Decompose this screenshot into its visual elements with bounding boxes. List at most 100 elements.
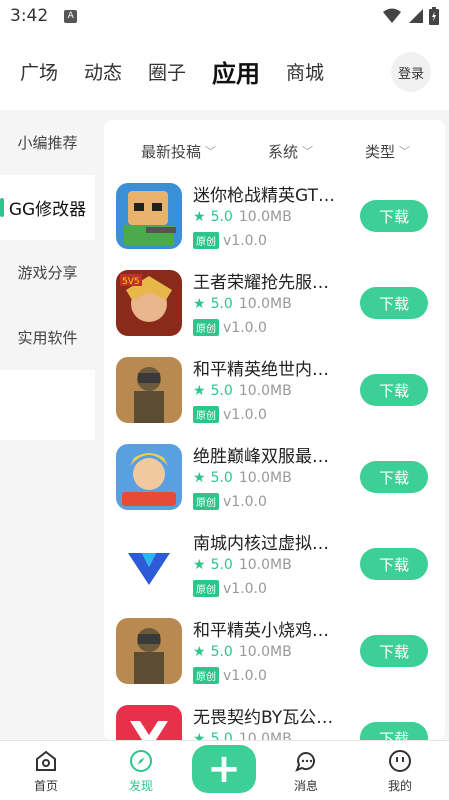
app-name: 和平精英绝世内… <box>193 360 329 380</box>
sidebar-item-game-share[interactable]: 游戏分享 <box>0 240 95 305</box>
app-rating: 5.0 <box>210 296 233 312</box>
bottom-nav-label: 消息 <box>293 779 318 793</box>
signal-icon <box>409 9 423 23</box>
app-meta: ★ 5.0 10.0MB <box>193 470 292 486</box>
status-time: 3:42 <box>10 6 49 26</box>
filter-type[interactable]: 类型 ﹀ <box>365 141 410 162</box>
download-button[interactable]: 下载 <box>360 287 428 319</box>
home-icon <box>36 750 56 771</box>
category-sidebar: 小编推荐 GG修改器 游戏分享 实用软件 <box>0 110 95 442</box>
active-indicator <box>0 198 4 217</box>
app-meta-version: 原创 v1.0.0 <box>193 319 267 336</box>
app-meta-version: 原创 v1.0.0 <box>193 667 267 684</box>
bottom-nav-label: 首页 <box>33 779 58 793</box>
download-button[interactable]: 下载 <box>360 461 428 493</box>
app-icon <box>116 444 182 510</box>
chevron-down-icon: ﹀ <box>302 145 314 158</box>
chat-icon <box>295 752 315 772</box>
face-icon <box>389 750 411 772</box>
list-item[interactable]: 绝胜巅峰双服最… ★ 5.0 10.0MB 原创 v1.0.0 下载 <box>104 437 445 524</box>
app-rating: 5.0 <box>210 557 233 573</box>
plus-icon: + <box>207 746 241 792</box>
status-bar: 3:42 A <box>0 0 449 32</box>
list-item[interactable]: 5V5 王者荣耀抢先服… ★ 5.0 10.0MB 原创 v1.0.0 下载 <box>104 263 445 350</box>
app-meta: ★ 5.0 10.0MB <box>193 644 292 660</box>
bottom-nav-messages[interactable]: 消息 <box>276 741 336 800</box>
notification-icon: A <box>64 9 78 23</box>
app-version: v1.0.0 <box>223 667 267 684</box>
list-item[interactable]: 和平精英绝世内… ★ 5.0 10.0MB 原创 v1.0.0 下载 <box>104 350 445 437</box>
tab-dynamic[interactable]: 动态 <box>84 58 122 85</box>
tab-square[interactable]: 广场 <box>20 58 58 85</box>
app-name: 无畏契约BY瓦公… <box>193 708 334 728</box>
list-item[interactable]: 和平精英小烧鸡… ★ 5.0 10.0MB 原创 v1.0.0 下载 <box>104 611 445 698</box>
sidebar-item-label: 游戏分享 <box>17 264 78 282</box>
app-version: v1.0.0 <box>223 319 267 336</box>
bottom-nav-mine[interactable]: 我的 <box>370 741 430 800</box>
app-meta-version: 原创 v1.0.0 <box>193 580 267 597</box>
wifi-icon <box>383 8 401 23</box>
download-button[interactable]: 下载 <box>360 722 428 740</box>
app-size: 10.0MB <box>238 731 292 740</box>
bottom-nav-home[interactable]: 首页 <box>16 741 76 800</box>
app-size: 10.0MB <box>238 296 292 312</box>
sidebar-blank <box>0 370 95 440</box>
bottom-nav-discover[interactable]: 发现 <box>111 741 171 800</box>
app-meta-version: 原创 v1.0.0 <box>193 493 267 510</box>
app-meta-version: 原创 v1.0.0 <box>193 406 267 423</box>
app-icon <box>116 357 182 423</box>
app-name: 绝胜巅峰双服最… <box>193 447 329 467</box>
app-size: 10.0MB <box>238 383 292 399</box>
app-version: v1.0.0 <box>223 580 267 597</box>
filter-latest[interactable]: 最新投稿 ﹀ <box>141 141 216 162</box>
app-icon: 5V5 <box>116 270 182 336</box>
original-badge: 原创 <box>193 232 219 249</box>
app-name: 和平精英小烧鸡… <box>193 621 329 641</box>
battery-icon <box>429 7 439 25</box>
app-name: 迷你枪战精英GT… <box>193 186 335 206</box>
login-button[interactable]: 登录 <box>391 52 431 92</box>
app-rating: 5.0 <box>210 644 233 660</box>
sidebar-item-gg-modifier[interactable]: GG修改器 <box>0 175 95 240</box>
download-button[interactable]: 下载 <box>360 374 428 406</box>
sidebar-item-label: 小编推荐 <box>17 134 78 152</box>
svg-text:5V5: 5V5 <box>122 277 140 287</box>
download-button[interactable]: 下载 <box>360 635 428 667</box>
list-item[interactable]: 南城内核过虚拟… ★ 5.0 10.0MB 原创 v1.0.0 下载 <box>104 524 445 611</box>
chevron-down-icon: ﹀ <box>205 145 217 158</box>
star-icon: ★ <box>193 296 206 312</box>
filter-label: 最新投稿 <box>141 142 202 161</box>
app-meta: ★ 5.0 10.0MB <box>193 731 292 740</box>
list-item[interactable]: 无畏契约BY瓦公… ★ 5.0 10.0MB 下载 <box>104 698 445 740</box>
download-button[interactable]: 下载 <box>360 548 428 580</box>
star-icon: ★ <box>193 209 206 225</box>
tab-mall[interactable]: 商城 <box>286 58 324 85</box>
app-list-panel: 最新投稿 ﹀ 系统 ﹀ 类型 ﹀ 迷你枪战精英GT… ★ 5.0 10.0MB 原创 v1.… <box>104 120 445 740</box>
compass-icon <box>130 750 152 772</box>
app-meta: ★ 5.0 10.0MB <box>193 296 292 312</box>
app-icon <box>116 183 182 249</box>
tab-apps[interactable]: 应用 <box>212 54 260 89</box>
app-meta: ★ 5.0 10.0MB <box>193 383 292 399</box>
tab-circle[interactable]: 圈子 <box>148 58 186 85</box>
app-icon <box>116 531 182 597</box>
star-icon: ★ <box>193 383 206 399</box>
filter-bar: 最新投稿 ﹀ 系统 ﹀ 类型 ﹀ <box>104 120 445 182</box>
bottom-nav: 首页 发现 + 消息 我的 <box>0 740 449 800</box>
app-name: 王者荣耀抢先服… <box>193 273 329 293</box>
bottom-nav-label: 发现 <box>128 779 153 793</box>
app-rating: 5.0 <box>210 731 233 740</box>
chevron-down-icon: ﹀ <box>399 145 411 158</box>
filter-system[interactable]: 系统 ﹀ <box>268 141 313 162</box>
sidebar-item-utility-software[interactable]: 实用软件 <box>0 305 95 370</box>
app-meta: ★ 5.0 10.0MB <box>193 557 292 573</box>
app-version: v1.0.0 <box>223 493 267 510</box>
sidebar-item-editor-picks[interactable]: 小编推荐 <box>0 110 95 175</box>
star-icon: ★ <box>193 644 206 660</box>
publish-plus-button[interactable]: + <box>192 745 256 793</box>
download-button[interactable]: 下载 <box>360 200 428 232</box>
list-item[interactable]: 迷你枪战精英GT… ★ 5.0 10.0MB 原创 v1.0.0 下载 <box>104 176 445 263</box>
app-size: 10.0MB <box>238 470 292 486</box>
app-icon <box>116 618 182 684</box>
app-rating: 5.0 <box>210 209 233 225</box>
